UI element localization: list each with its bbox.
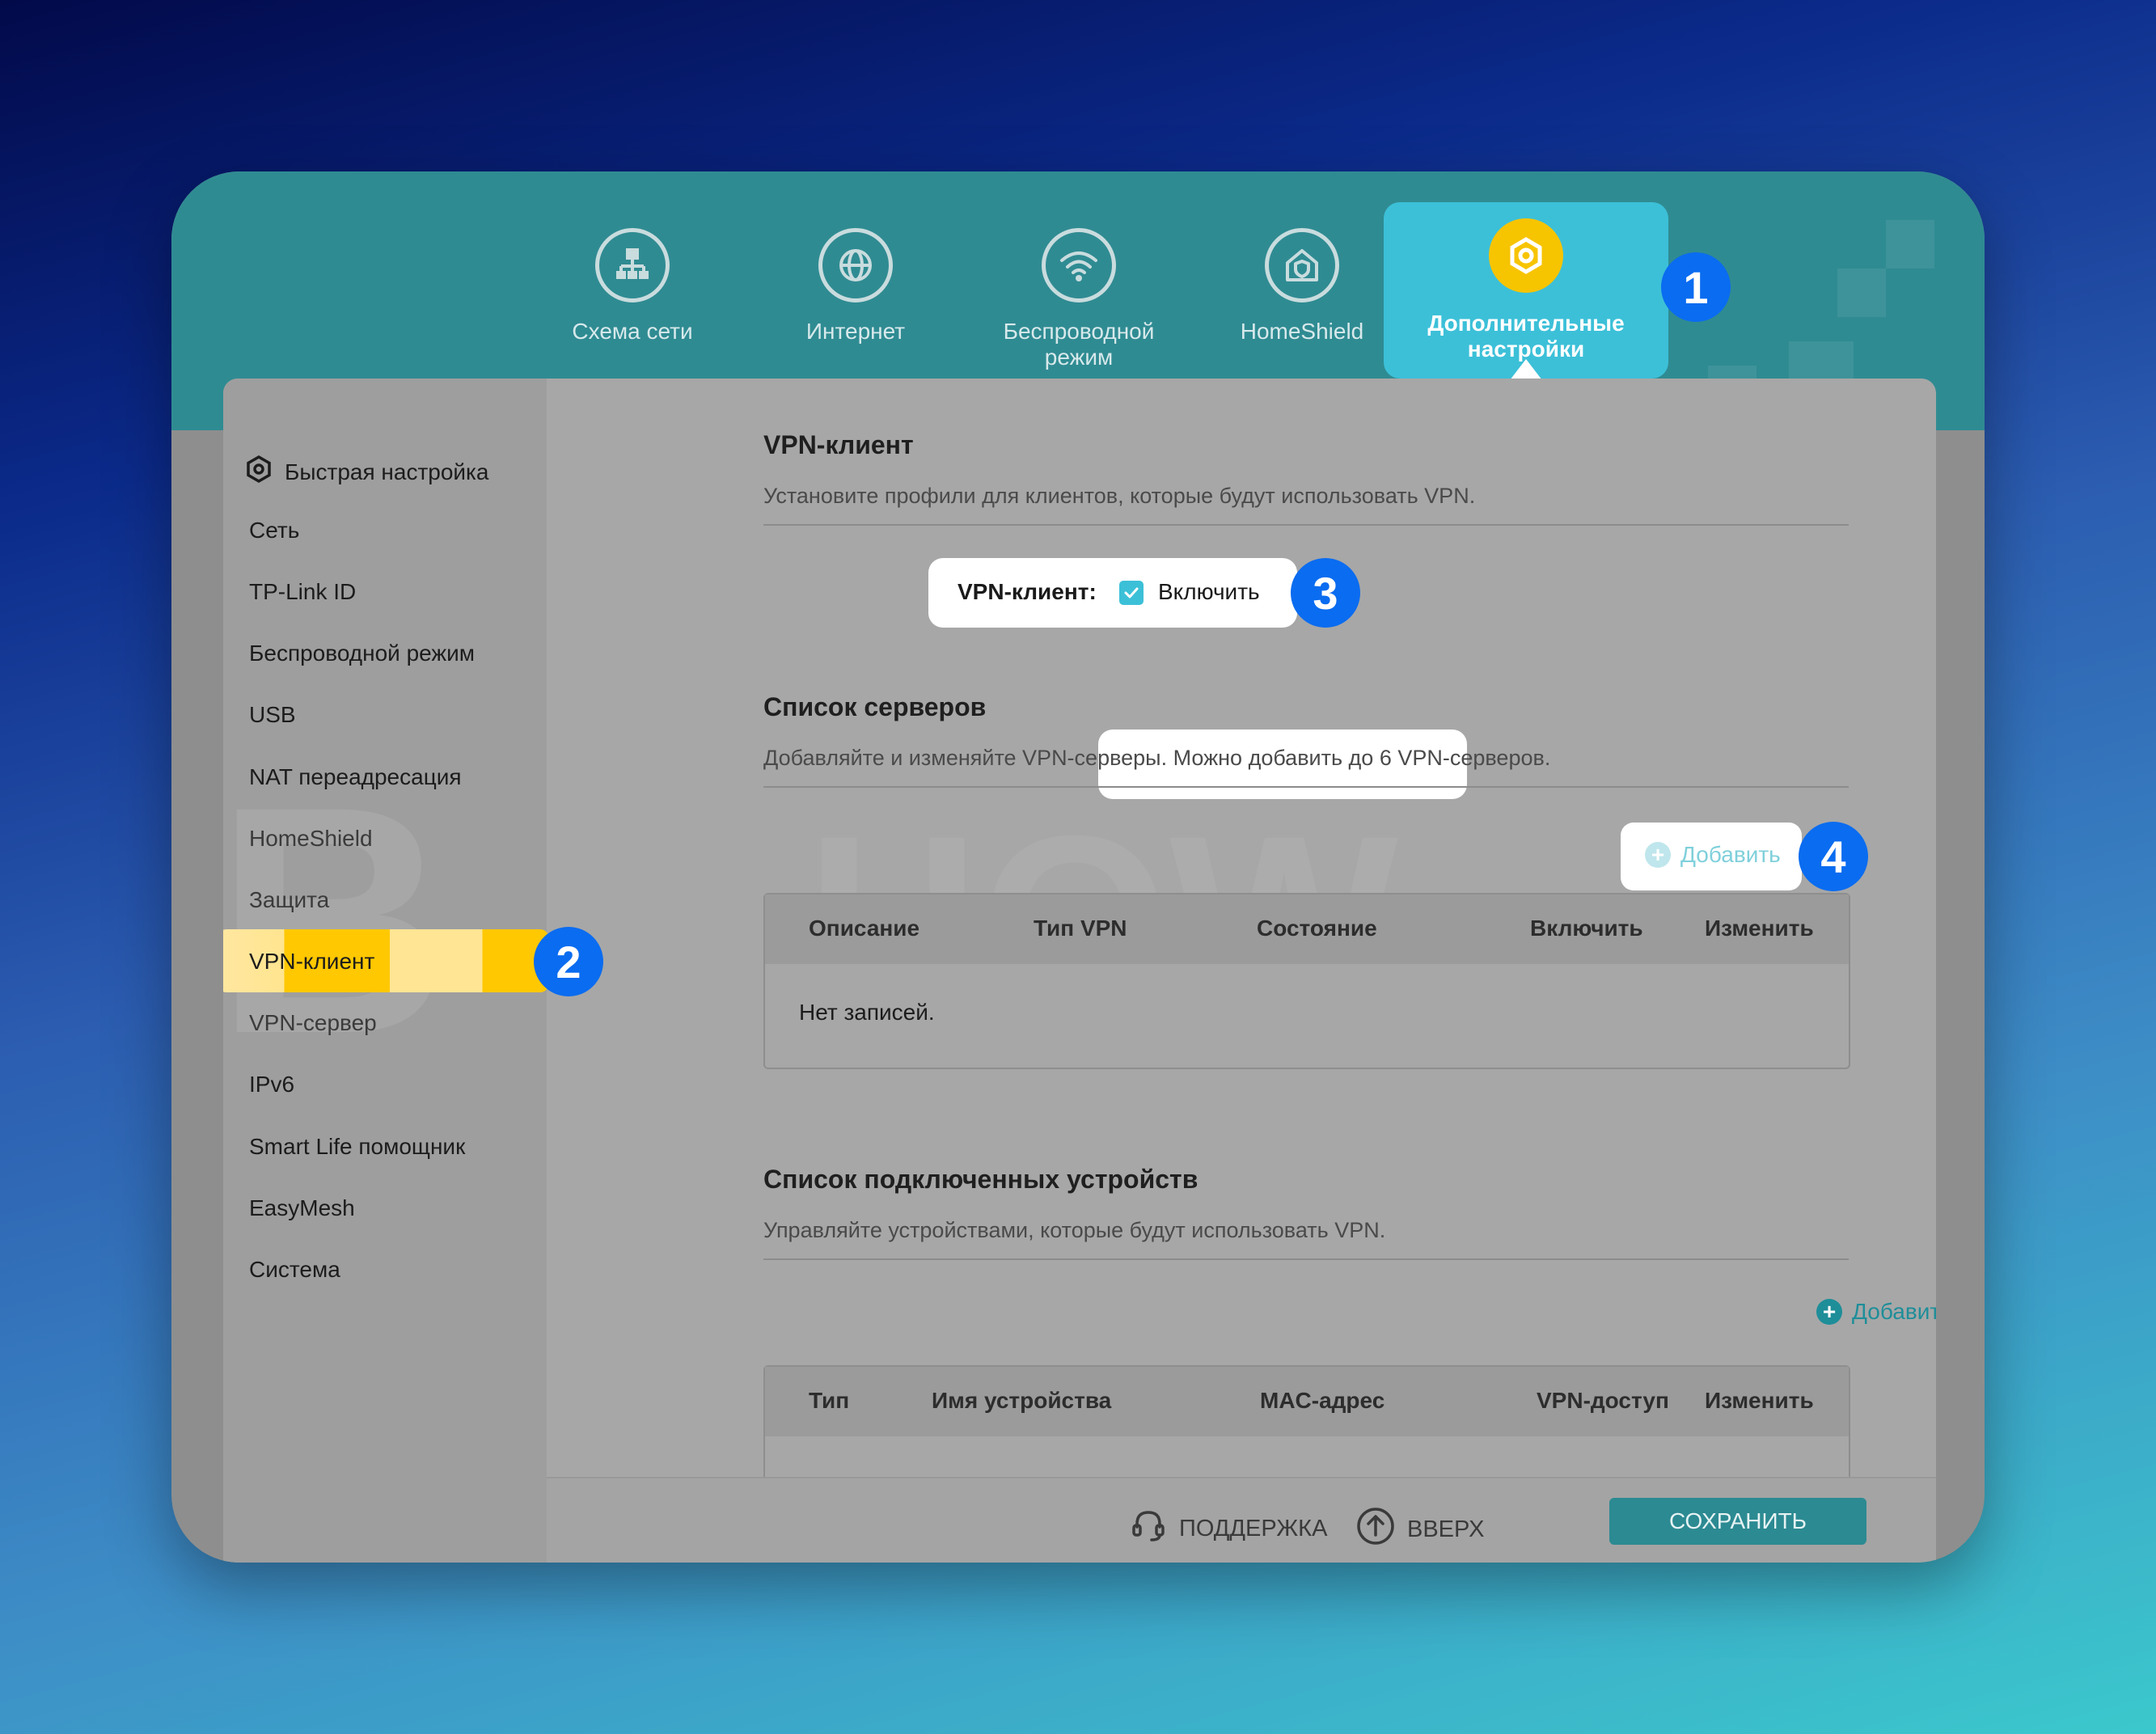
vpn-client-toggle-highlight: VPN-клиент: Включить (928, 558, 1297, 628)
nav-tab-network-map[interactable]: Схема сети (527, 220, 738, 374)
enable-vpn-checkbox[interactable] (1119, 581, 1144, 605)
nav-tab-advanced-settings[interactable]: Дополнительные настройки (1384, 202, 1668, 379)
sidebar-item-nat[interactable]: NAT переадресация (249, 764, 462, 790)
sidebar-item-wireless[interactable]: Беспроводной режим (249, 641, 475, 666)
nav-tab-label: Интернет (805, 319, 906, 344)
add-server-highlight: + Добавить (1621, 823, 1802, 890)
column-header: MAC-адрес (1260, 1388, 1385, 1413)
column-header: Тип (809, 1388, 850, 1413)
add-device-button[interactable]: + Добавить (1816, 1299, 1936, 1325)
divider (763, 1258, 1849, 1260)
nav-tab-label: HomeShield (1240, 319, 1364, 344)
add-device-label: Добавить (1852, 1299, 1936, 1324)
step-badge-3: 3 (1291, 558, 1360, 628)
empty-table-message: Нет записей. (799, 1000, 935, 1025)
wifi-icon (1042, 228, 1116, 302)
column-header: Изменить (1705, 1388, 1814, 1413)
divider (763, 524, 1849, 526)
server-list-table: Описание Тип VPN Состояние Включить Изме… (763, 893, 1850, 1069)
add-server-button[interactable]: + Добавить (1645, 842, 1781, 868)
sidebar-item-quick-setup[interactable]: Быстрая настройка (244, 455, 489, 489)
sidebar-item-security[interactable]: Защита (249, 887, 329, 913)
section-desc-vpn-client: Установите профили для клиентов, которые… (763, 484, 1476, 508)
enable-vpn-label: Включить (1158, 579, 1260, 604)
support-label: ПОДДЕРЖКА (1179, 1515, 1328, 1542)
section-desc-server-list: Добавляйте и изменяйте VPN-серверы. Можн… (763, 746, 1551, 770)
nav-tab-internet[interactable]: Интернет (750, 220, 961, 374)
section-desc-devices-list: Управляйте устройствами, которые будут и… (763, 1218, 1386, 1242)
back-to-top-link[interactable]: ВВЕРХ (1355, 1506, 1484, 1553)
add-server-label: Добавить (1680, 842, 1781, 867)
sidebar-item-tplink-id[interactable]: TP-Link ID (249, 579, 356, 605)
nav-tab-wireless[interactable]: Беспроводной режим (974, 220, 1184, 374)
globe-icon (818, 228, 893, 302)
network-map-icon (595, 228, 670, 302)
active-tab-caret (1510, 359, 1542, 380)
plus-circle-icon: + (1816, 1299, 1842, 1325)
vpn-client-toggle-label: VPN-клиент: (958, 579, 1097, 604)
plus-circle-icon: + (1645, 842, 1671, 868)
column-header: Изменить (1705, 916, 1814, 941)
column-header: Состояние (1257, 916, 1377, 941)
column-header: Тип VPN (1034, 916, 1127, 941)
checkmark-icon (1124, 587, 1139, 598)
column-header: Описание (809, 916, 920, 941)
column-header: Имя устройства (932, 1388, 1112, 1413)
table-header: Описание Тип VPN Состояние Включить Изме… (765, 894, 1849, 964)
back-to-top-label: ВВЕРХ (1407, 1516, 1485, 1542)
column-header: VPN-доступ (1537, 1388, 1669, 1413)
settings-panel: B Быстрая настройка Сеть TP-Link ID Бесп… (223, 379, 1936, 1563)
home-shield-icon (1265, 228, 1339, 302)
nav-tab-label: Схема сети (572, 319, 693, 344)
nav-tab-label: Беспроводной режим (1003, 319, 1155, 370)
gear-icon (244, 455, 273, 489)
table-header: Тип Имя устройства MAC-адрес VPN-доступ … (765, 1367, 1849, 1436)
step-badge-2: 2 (534, 927, 603, 996)
column-header: Включить (1530, 916, 1643, 941)
section-title-vpn-client: VPN-клиент (763, 430, 914, 459)
save-button[interactable]: СОХРАНИТЬ (1609, 1498, 1866, 1545)
gear-icon (1489, 218, 1563, 293)
arrow-up-circle-icon (1355, 1506, 1396, 1553)
sidebar-item-ipv6[interactable]: IPv6 (249, 1072, 294, 1097)
section-title-server-list: Список серверов (763, 692, 987, 721)
sidebar-item-usb[interactable]: USB (249, 702, 296, 728)
step-badge-4: 4 (1799, 822, 1868, 891)
sidebar-item-vpn-client[interactable]: VPN-клиент (249, 949, 374, 975)
sidebar-item-homeshield[interactable]: HomeShield (249, 826, 373, 852)
divider (763, 786, 1849, 788)
sidebar-item-smart-life[interactable]: Smart Life помощник (249, 1134, 465, 1160)
nav-tab-homeshield[interactable]: HomeShield (1197, 220, 1407, 374)
sidebar-item-easymesh[interactable]: EasyMesh (249, 1195, 355, 1221)
section-title-devices-list: Список подключенных устройств (763, 1165, 1198, 1194)
sidebar-item-vpn-server[interactable]: VPN-сервер (249, 1010, 377, 1036)
headset-icon (1129, 1506, 1168, 1551)
sidebar-item-label: Быстрая настройка (285, 459, 489, 484)
support-link[interactable]: ПОДДЕРЖКА (1129, 1506, 1327, 1551)
step-badge-1: 1 (1661, 252, 1731, 322)
main-content: HOW VPN-клиент Установите профили для кл… (547, 379, 1936, 1563)
footer-bar: ПОДДЕРЖКА ВВЕРХ СОХРАНИТЬ (547, 1477, 1936, 1563)
nav-tab-label: Дополнительные настройки (1427, 311, 1625, 362)
sidebar-item-system[interactable]: Система (249, 1257, 340, 1283)
sidebar: B Быстрая настройка Сеть TP-Link ID Бесп… (223, 379, 548, 1563)
sidebar-item-network[interactable]: Сеть (249, 518, 299, 543)
